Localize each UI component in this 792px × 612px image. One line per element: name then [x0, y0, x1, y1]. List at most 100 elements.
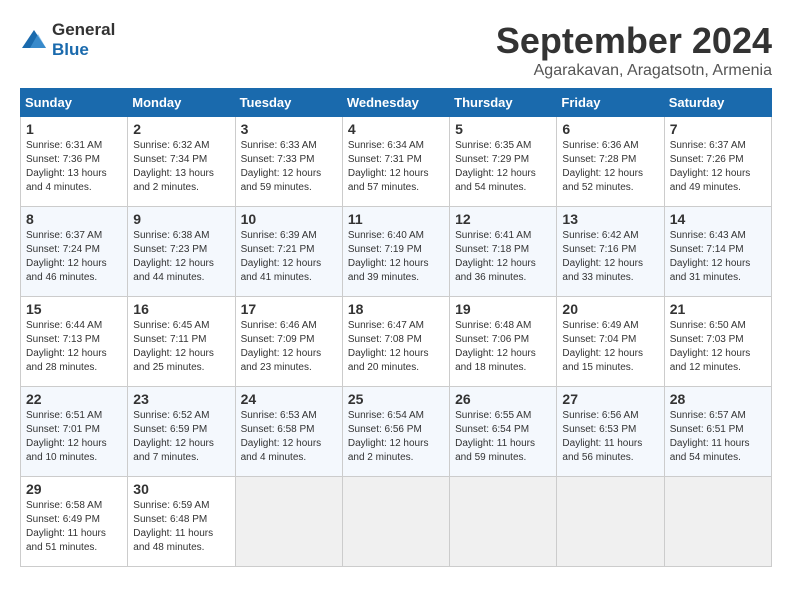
day-info: Sunrise: 6:50 AMSunset: 7:03 PMDaylight:…: [670, 320, 751, 373]
day-number: 10: [241, 211, 337, 227]
day-info: Sunrise: 6:49 AMSunset: 7:04 PMDaylight:…: [562, 320, 643, 373]
calendar-day-cell: 15Sunrise: 6:44 AMSunset: 7:13 PMDayligh…: [21, 297, 128, 387]
calendar-day-cell: 7 Sunrise: 6:37 AMSunset: 7:26 PMDaylight…: [664, 117, 771, 207]
day-number: 1: [26, 121, 122, 137]
calendar-day-cell: 20 Sunrise: 6:49 AMSunset: 7:04 PMDayligh…: [557, 297, 664, 387]
weekday-header-cell: Monday: [128, 89, 235, 117]
calendar-week-row: 15Sunrise: 6:44 AMSunset: 7:13 PMDayligh…: [21, 297, 772, 387]
day-number: 23: [133, 391, 229, 407]
day-info: Sunrise: 6:56 AMSunset: 6:53 PMDaylight:…: [562, 410, 642, 463]
calendar-day-cell: 26 Sunrise: 6:55 AMSunset: 6:54 PMDayligh…: [450, 387, 557, 477]
day-info: Sunrise: 6:48 AMSunset: 7:06 PMDaylight:…: [455, 320, 536, 373]
calendar-table: SundayMondayTuesdayWednesdayThursdayFrid…: [20, 88, 772, 567]
day-info: Sunrise: 6:38 AMSunset: 7:23 PMDaylight:…: [133, 230, 214, 283]
day-number: 3: [241, 121, 337, 137]
calendar-day-cell: 17 Sunrise: 6:46 AMSunset: 7:09 PMDayligh…: [235, 297, 342, 387]
day-info: Sunrise: 6:59 AMSunset: 6:48 PMDaylight:…: [133, 500, 213, 553]
calendar-day-cell: 25Sunrise: 6:54 AMSunset: 6:56 PMDayligh…: [342, 387, 449, 477]
logo-text: General Blue: [52, 20, 115, 60]
calendar-day-cell: 5 Sunrise: 6:35 AMSunset: 7:29 PMDaylight…: [450, 117, 557, 207]
day-number: 16: [133, 301, 229, 317]
weekday-header-cell: Tuesday: [235, 89, 342, 117]
day-number: 27: [562, 391, 658, 407]
day-number: 4: [348, 121, 444, 137]
calendar-day-cell: 2 Sunrise: 6:32 AMSunset: 7:34 PMDaylight…: [128, 117, 235, 207]
day-number: 13: [562, 211, 658, 227]
day-number: 12: [455, 211, 551, 227]
day-number: 25: [348, 391, 444, 407]
day-number: 6: [562, 121, 658, 137]
day-info: Sunrise: 6:51 AMSunset: 7:01 PMDaylight:…: [26, 410, 107, 463]
calendar-day-cell: [450, 477, 557, 567]
day-number: 15: [26, 301, 122, 317]
calendar-week-row: 29 Sunrise: 6:58 AMSunset: 6:49 PMDayligh…: [21, 477, 772, 567]
day-number: 5: [455, 121, 551, 137]
calendar-day-cell: 6 Sunrise: 6:36 AMSunset: 7:28 PMDaylight…: [557, 117, 664, 207]
calendar-day-cell: 10Sunrise: 6:39 AMSunset: 7:21 PMDayligh…: [235, 207, 342, 297]
logo-blue: Blue: [52, 40, 89, 59]
calendar-day-cell: [235, 477, 342, 567]
calendar-day-cell: 23 Sunrise: 6:52 AMSunset: 6:59 PMDayligh…: [128, 387, 235, 477]
day-number: 29: [26, 481, 122, 497]
day-info: Sunrise: 6:31 AMSunset: 7:36 PMDaylight:…: [26, 140, 107, 193]
day-number: 26: [455, 391, 551, 407]
day-info: Sunrise: 6:42 AMSunset: 7:16 PMDaylight:…: [562, 230, 643, 283]
day-info: Sunrise: 6:37 AMSunset: 7:24 PMDaylight:…: [26, 230, 107, 283]
day-info: Sunrise: 6:37 AMSunset: 7:26 PMDaylight:…: [670, 140, 751, 193]
calendar-week-row: 8 Sunrise: 6:37 AMSunset: 7:24 PMDaylight…: [21, 207, 772, 297]
day-number: 20: [562, 301, 658, 317]
day-info: Sunrise: 6:34 AMSunset: 7:31 PMDaylight:…: [348, 140, 429, 193]
calendar-week-row: 1 Sunrise: 6:31 AMSunset: 7:36 PMDaylight…: [21, 117, 772, 207]
day-number: 2: [133, 121, 229, 137]
calendar-day-cell: 3Sunrise: 6:33 AMSunset: 7:33 PMDaylight…: [235, 117, 342, 207]
day-number: 17: [241, 301, 337, 317]
day-info: Sunrise: 6:58 AMSunset: 6:49 PMDaylight:…: [26, 500, 106, 553]
calendar-day-cell: [342, 477, 449, 567]
logo-icon: [20, 26, 48, 54]
day-info: Sunrise: 6:52 AMSunset: 6:59 PMDaylight:…: [133, 410, 214, 463]
day-info: Sunrise: 6:35 AMSunset: 7:29 PMDaylight:…: [455, 140, 536, 193]
day-info: Sunrise: 6:57 AMSunset: 6:51 PMDaylight:…: [670, 410, 750, 463]
calendar-day-cell: 8 Sunrise: 6:37 AMSunset: 7:24 PMDaylight…: [21, 207, 128, 297]
day-number: 7: [670, 121, 766, 137]
calendar-body: 1 Sunrise: 6:31 AMSunset: 7:36 PMDaylight…: [21, 117, 772, 567]
day-info: Sunrise: 6:40 AMSunset: 7:19 PMDaylight:…: [348, 230, 429, 283]
day-info: Sunrise: 6:47 AMSunset: 7:08 PMDaylight:…: [348, 320, 429, 373]
day-number: 11: [348, 211, 444, 227]
weekday-header-cell: Sunday: [21, 89, 128, 117]
header: General Blue September 2024 Agarakavan, …: [20, 20, 772, 80]
weekday-header-row: SundayMondayTuesdayWednesdayThursdayFrid…: [21, 89, 772, 117]
day-number: 22: [26, 391, 122, 407]
calendar-day-cell: 11 Sunrise: 6:40 AMSunset: 7:19 PMDayligh…: [342, 207, 449, 297]
calendar-day-cell: 24Sunrise: 6:53 AMSunset: 6:58 PMDayligh…: [235, 387, 342, 477]
day-info: Sunrise: 6:53 AMSunset: 6:58 PMDaylight:…: [241, 410, 322, 463]
calendar-day-cell: 28 Sunrise: 6:57 AMSunset: 6:51 PMDayligh…: [664, 387, 771, 477]
day-info: Sunrise: 6:46 AMSunset: 7:09 PMDaylight:…: [241, 320, 322, 373]
day-number: 28: [670, 391, 766, 407]
day-info: Sunrise: 6:55 AMSunset: 6:54 PMDaylight:…: [455, 410, 535, 463]
calendar-day-cell: 30Sunrise: 6:59 AMSunset: 6:48 PMDayligh…: [128, 477, 235, 567]
day-info: Sunrise: 6:43 AMSunset: 7:14 PMDaylight:…: [670, 230, 751, 283]
day-info: Sunrise: 6:45 AMSunset: 7:11 PMDaylight:…: [133, 320, 214, 373]
calendar-day-cell: 12Sunrise: 6:41 AMSunset: 7:18 PMDayligh…: [450, 207, 557, 297]
calendar-day-cell: 22 Sunrise: 6:51 AMSunset: 7:01 PMDayligh…: [21, 387, 128, 477]
weekday-header-cell: Saturday: [664, 89, 771, 117]
day-number: 18: [348, 301, 444, 317]
day-info: Sunrise: 6:32 AMSunset: 7:34 PMDaylight:…: [133, 140, 214, 193]
logo-general: General: [52, 20, 115, 39]
calendar-day-cell: 14 Sunrise: 6:43 AMSunset: 7:14 PMDayligh…: [664, 207, 771, 297]
day-number: 21: [670, 301, 766, 317]
day-number: 8: [26, 211, 122, 227]
calendar-day-cell: 19 Sunrise: 6:48 AMSunset: 7:06 PMDayligh…: [450, 297, 557, 387]
calendar-day-cell: 18 Sunrise: 6:47 AMSunset: 7:08 PMDayligh…: [342, 297, 449, 387]
day-number: 14: [670, 211, 766, 227]
day-info: Sunrise: 6:36 AMSunset: 7:28 PMDaylight:…: [562, 140, 643, 193]
calendar-day-cell: 29 Sunrise: 6:58 AMSunset: 6:49 PMDayligh…: [21, 477, 128, 567]
logo: General Blue: [20, 20, 115, 60]
location-title: Agarakavan, Aragatsotn, Armenia: [496, 62, 772, 80]
title-area: September 2024 Agarakavan, Aragatsotn, A…: [496, 20, 772, 80]
calendar-day-cell: 4 Sunrise: 6:34 AMSunset: 7:31 PMDaylight…: [342, 117, 449, 207]
calendar-day-cell: [664, 477, 771, 567]
day-number: 19: [455, 301, 551, 317]
calendar-day-cell: 9Sunrise: 6:38 AMSunset: 7:23 PMDaylight…: [128, 207, 235, 297]
